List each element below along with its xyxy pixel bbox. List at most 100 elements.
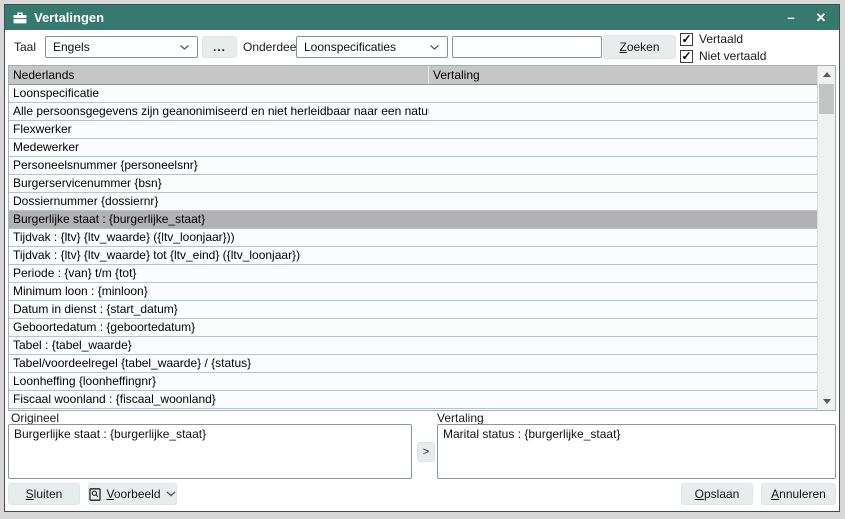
chevron-down-icon [166, 491, 176, 497]
cell-vertaling [429, 211, 817, 228]
cell-vertaling [429, 301, 817, 318]
table-row[interactable]: Geboortedatum : {geboortedatum} [9, 319, 817, 337]
cell-vertaling [429, 121, 817, 138]
cancel-button[interactable]: Annuleren [761, 483, 836, 505]
table-row[interactable]: Burgerlijke staat : {burgerlijke_staat} [9, 211, 817, 229]
original-textarea[interactable]: Burgerlijke staat : {burgerlijke_staat} [8, 424, 412, 479]
checkmark-icon: ✓ [680, 50, 693, 63]
language-select[interactable]: Engels [45, 36, 198, 58]
column-header-nederlands[interactable]: Nederlands [9, 66, 429, 84]
scrollbar-thumb[interactable] [819, 84, 834, 114]
table-header: Nederlands Vertaling [9, 66, 817, 85]
cell-nederlands: Alle persoonsgegevens zijn geanonimiseer… [9, 103, 429, 120]
translations-table: Nederlands Vertaling LoonspecificatieAll… [8, 65, 836, 411]
toolbox-icon [13, 12, 27, 24]
cell-vertaling [429, 139, 817, 156]
preview-icon [89, 488, 101, 501]
close-icon[interactable]: ✕ [813, 10, 829, 26]
cell-vertaling [429, 247, 817, 264]
original-label: Origineel [11, 411, 59, 425]
cell-nederlands: Dossiernummer {dossiernr} [9, 193, 429, 210]
scroll-down-button[interactable] [818, 393, 835, 410]
table-row[interactable]: Flexwerker [9, 121, 817, 139]
search-input[interactable] [452, 36, 602, 58]
language-select-value: Engels [53, 40, 90, 54]
cell-nederlands: Fiscaal woonland : {fiscaal_woonland} [9, 391, 429, 408]
search-button[interactable]: Zoeken [603, 35, 676, 59]
table-body: LoonspecificatieAlle persoonsgegevens zi… [9, 85, 817, 410]
cell-vertaling [429, 355, 817, 372]
cell-nederlands: Tijdvak : {ltv} {ltv_waarde} ({ltv_loonj… [9, 229, 429, 246]
cell-vertaling [429, 193, 817, 210]
cell-nederlands: Minimum loon : {minloon} [9, 283, 429, 300]
chevron-down-icon [429, 44, 440, 51]
more-languages-button[interactable]: ... [202, 36, 237, 58]
untranslated-checkbox-label: Niet vertaald [699, 49, 766, 63]
cell-vertaling [429, 391, 817, 408]
cell-nederlands: Tijdvak : {ltv} {ltv_waarde} tot {ltv_ei… [9, 247, 429, 264]
table-row[interactable]: Dossiernummer {dossiernr} [9, 193, 817, 211]
table-row[interactable]: Tabel/voordeelregel {tabel_waarde} / {st… [9, 355, 817, 373]
table-row[interactable]: Burgerservicenummer {bsn} [9, 175, 817, 193]
preview-button-label: Voorbeeld [106, 487, 160, 501]
cell-vertaling [429, 175, 817, 192]
cell-vertaling [429, 319, 817, 336]
search-button-label: Zoeken [619, 40, 659, 54]
table-row[interactable]: Tabel : {tabel_waarde} [9, 337, 817, 355]
chevron-down-icon [179, 44, 190, 51]
copy-to-translation-button[interactable]: > [417, 442, 435, 462]
titlebar[interactable]: Vertalingen – ✕ [5, 5, 839, 30]
cell-vertaling [429, 229, 817, 246]
cell-vertaling [429, 103, 817, 120]
checkmark-icon: ✓ [680, 33, 693, 46]
vertalingen-dialog-screen: Vertalingen – ✕ Taal Engels ... Onderdee… [0, 0, 845, 519]
table-row[interactable]: Alle persoonsgegevens zijn geanonimiseer… [9, 103, 817, 121]
section-label: Onderdeel [243, 36, 299, 58]
cancel-button-label: Annuleren [771, 487, 826, 501]
scroll-up-icon [823, 72, 831, 77]
translation-textarea[interactable]: Marital status : {burgerlijke_staat} [437, 424, 836, 479]
ellipsis-icon: ... [213, 43, 226, 51]
cell-nederlands: Tabel : {tabel_waarde} [9, 337, 429, 354]
scroll-down-icon [823, 399, 831, 404]
table-row[interactable]: Personeelsnummer {personeelsnr} [9, 157, 817, 175]
table-row[interactable]: Fiscaal woonland : {fiscaal_woonland} [9, 391, 817, 409]
table-row[interactable]: Datum in dienst : {start_datum} [9, 301, 817, 319]
cell-nederlands: Loonheffing {loonheffingnr} [9, 373, 429, 390]
table-row[interactable]: Loonheffing {loonheffingnr} [9, 373, 817, 391]
table-row[interactable]: Tijdvak : {ltv} {ltv_waarde} ({ltv_loonj… [9, 229, 817, 247]
cell-nederlands: Datum in dienst : {start_datum} [9, 301, 429, 318]
table-row[interactable]: Minimum loon : {minloon} [9, 283, 817, 301]
cell-vertaling [429, 157, 817, 174]
minimize-button[interactable]: – [783, 10, 799, 25]
table-row[interactable]: Loonspecificatie [9, 85, 817, 103]
translation-label: Vertaling [437, 411, 484, 425]
scroll-up-button[interactable] [818, 66, 835, 83]
column-header-vertaling[interactable]: Vertaling [429, 66, 817, 84]
translated-checkbox[interactable]: ✓ Vertaald [680, 32, 743, 46]
vertalingen-dialog: Vertalingen – ✕ Taal Engels ... Onderdee… [4, 4, 840, 512]
table-row[interactable]: Tijdvak : {ltv} {ltv_waarde} tot {ltv_ei… [9, 247, 817, 265]
vertical-scrollbar[interactable] [817, 66, 835, 410]
cell-nederlands: Burgerservicenummer {bsn} [9, 175, 429, 192]
cell-nederlands: Flexwerker [9, 121, 429, 138]
section-select[interactable]: Loonspecificaties [296, 36, 448, 58]
translated-checkbox-label: Vertaald [699, 32, 743, 46]
table-row[interactable]: Medewerker [9, 139, 817, 157]
cell-vertaling [429, 283, 817, 300]
language-label: Taal [14, 36, 36, 58]
window-title: Vertalingen [34, 10, 104, 25]
cell-nederlands: Geboortedatum : {geboortedatum} [9, 319, 429, 336]
cell-nederlands: Personeelsnummer {personeelsnr} [9, 157, 429, 174]
save-button[interactable]: Opslaan [681, 483, 753, 505]
close-button-label: Sluiten [26, 487, 63, 501]
save-button-label: Opslaan [695, 487, 740, 501]
table-row[interactable]: Periode : {van} t/m {tot} [9, 265, 817, 283]
close-button[interactable]: Sluiten [8, 483, 80, 505]
cell-vertaling [429, 85, 817, 102]
cell-nederlands: Tabel/voordeelregel {tabel_waarde} / {st… [9, 355, 429, 372]
preview-button[interactable]: Voorbeeld [88, 483, 177, 505]
untranslated-checkbox[interactable]: ✓ Niet vertaald [680, 49, 766, 63]
cell-nederlands: Periode : {van} t/m {tot} [9, 265, 429, 282]
cell-vertaling [429, 337, 817, 354]
